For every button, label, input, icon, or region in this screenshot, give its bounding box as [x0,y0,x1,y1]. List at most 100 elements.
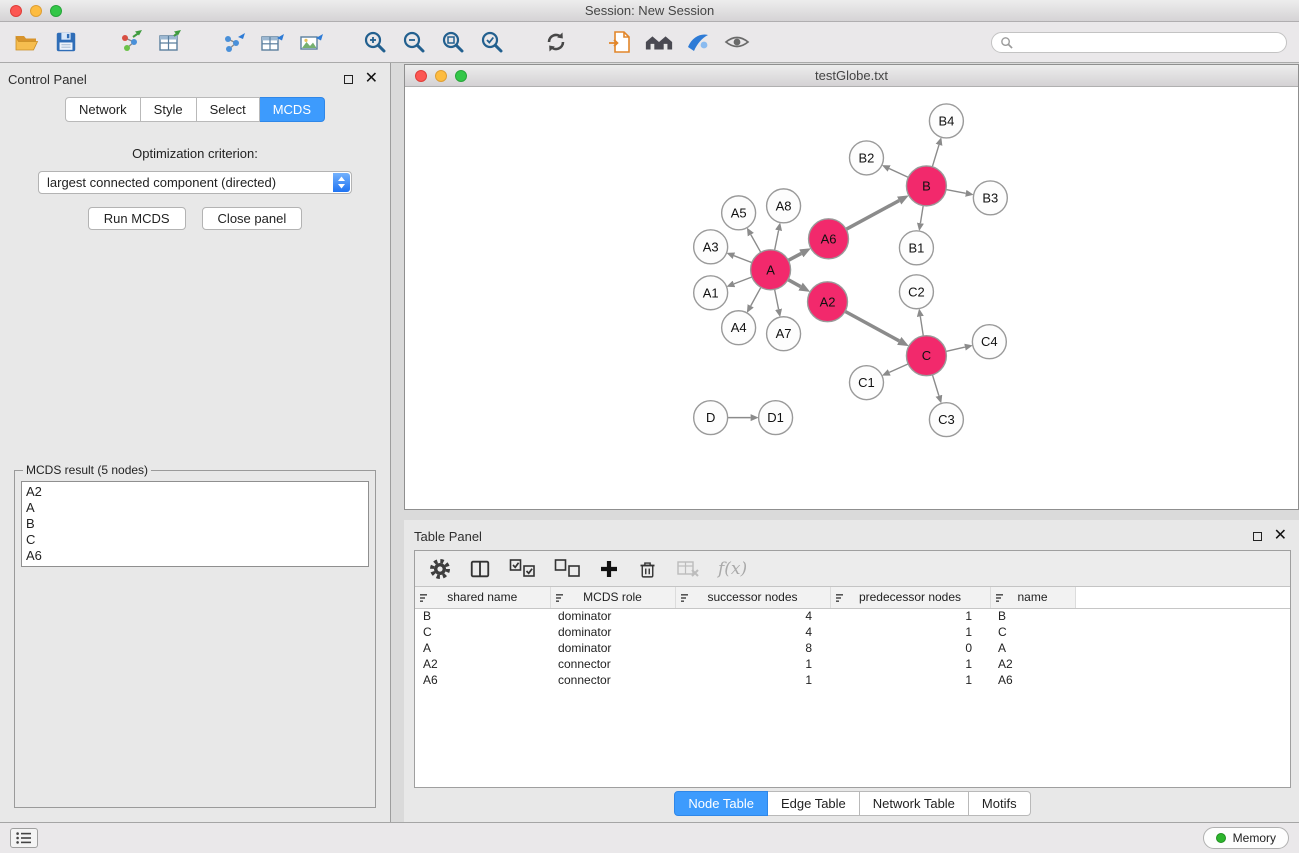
tab-network-table[interactable]: Network Table [860,791,969,816]
graph-node-A7[interactable]: A7 [767,317,801,351]
export-table-button[interactable] [257,27,287,57]
show-columns-button[interactable] [469,556,491,582]
zoom-out-button[interactable] [399,27,429,57]
close-table-panel-button[interactable]: ✕ [1274,530,1287,542]
tab-motifs[interactable]: Motifs [969,791,1031,816]
graph-edge-C-C1[interactable] [889,364,908,372]
tab-node-table[interactable]: Node Table [674,791,768,816]
graph-node-B2[interactable]: B2 [850,141,884,175]
table-settings-button[interactable] [429,556,451,582]
network-canvas[interactable]: B4 B2 B B3 A5 A8A6 A3 A B1 A1 A2 C2 A4 A7 C4 C C1 D D1 C3 [405,87,1298,509]
mcds-result-item[interactable]: C [26,532,364,548]
export-network-button[interactable] [218,27,248,57]
float-panel-button[interactable] [344,75,353,84]
graph-node-A3[interactable]: A3 [694,230,728,264]
graph-edge-B-B3[interactable] [946,190,966,194]
home-button[interactable] [644,27,674,57]
node-table-scroll[interactable]: shared nameMCDS rolesuccessor nodesprede… [415,587,1290,787]
network-minimize-button[interactable] [435,70,447,82]
graph-node-B[interactable]: B [906,166,946,206]
export-image-button[interactable] [296,27,326,57]
zoom-selected-button[interactable] [477,27,507,57]
column-header-predecessor-nodes[interactable]: predecessor nodes [830,587,990,608]
tab-network[interactable]: Network [65,97,141,122]
select-all-columns-button[interactable] [509,556,536,582]
column-header-name[interactable]: name [990,587,1075,608]
graph-node-A5[interactable]: A5 [722,196,756,230]
memory-button[interactable]: Memory [1203,827,1289,849]
table-row[interactable]: Adominator80A [415,640,1290,656]
document-tool-button[interactable] [605,27,635,57]
delete-table-button[interactable] [676,556,700,582]
mcds-result-item[interactable]: A [26,500,364,516]
graph-edge-A-A1[interactable] [734,277,752,284]
import-table-button[interactable] [154,27,184,57]
graph-node-C2[interactable]: C2 [899,275,933,309]
graph-node-A4[interactable]: A4 [722,311,756,345]
function-builder-button[interactable]: f(x) [718,556,747,582]
table-row[interactable]: A6connector11A6 [415,672,1290,688]
task-history-button[interactable] [10,828,38,848]
graph-edge-A-A2[interactable] [788,280,801,287]
graph-node-B4[interactable]: B4 [929,104,963,138]
refresh-layout-button[interactable] [541,27,571,57]
graph-edge-B-B2[interactable] [889,169,908,178]
open-session-button[interactable] [12,27,42,57]
graph-edge-A-A7[interactable] [775,289,779,309]
graph-node-C4[interactable]: C4 [972,325,1006,359]
network-close-button[interactable] [415,70,427,82]
zoom-window-button[interactable] [50,5,62,17]
graph-edge-C-C4[interactable] [946,347,965,351]
column-header-successor-nodes[interactable]: successor nodes [675,587,830,608]
graph-node-A[interactable]: A [751,250,791,290]
unselect-all-columns-button[interactable] [554,556,581,582]
import-network-button[interactable] [115,27,145,57]
graph-node-C[interactable]: C [906,336,946,376]
graph-node-A2[interactable]: A2 [808,282,848,322]
graph-edge-A-A5[interactable] [751,235,761,253]
close-window-button[interactable] [10,5,22,17]
tab-mcds[interactable]: MCDS [260,97,325,122]
graph-edge-A6-B[interactable] [846,201,899,230]
graph-node-A6[interactable]: A6 [809,219,849,259]
show-graphics-details-button[interactable] [722,27,752,57]
zoom-in-button[interactable] [360,27,390,57]
criterion-dropdown[interactable]: largest connected component (directed) [38,171,352,194]
graph-node-C3[interactable]: C3 [929,403,963,437]
graph-edge-C-C3[interactable] [932,375,938,396]
graph-node-D[interactable]: D [694,401,728,435]
minimize-window-button[interactable] [30,5,42,17]
close-mcds-panel-button[interactable]: Close panel [202,207,303,230]
mcds-result-item[interactable]: B [26,516,364,532]
tab-edge-table[interactable]: Edge Table [768,791,860,816]
delete-column-button[interactable] [637,556,658,582]
table-row[interactable]: Bdominator41B [415,608,1290,624]
mcds-result-item[interactable]: A2 [26,484,364,500]
float-table-panel-button[interactable] [1253,532,1262,541]
create-column-button[interactable] [599,556,619,582]
run-mcds-button[interactable]: Run MCDS [88,207,186,230]
graph-edge-A-A3[interactable] [734,256,752,263]
graph-node-B3[interactable]: B3 [973,181,1007,215]
tab-style[interactable]: Style [141,97,197,122]
graph-node-A8[interactable]: A8 [767,189,801,223]
column-header-mcds-role[interactable]: MCDS role [550,587,675,608]
graph-node-C1[interactable]: C1 [850,366,884,400]
style-button[interactable] [683,27,713,57]
graph-edge-A2-C[interactable] [845,311,899,341]
tab-select[interactable]: Select [197,97,260,122]
graph-edge-B-B4[interactable] [932,145,939,167]
graph-node-B1[interactable]: B1 [899,231,933,265]
graph-edge-C-C2[interactable] [920,316,923,335]
graph-edge-B-B1[interactable] [920,206,923,224]
graph-node-A1[interactable]: A1 [694,276,728,310]
graph-edge-A-A4[interactable] [751,287,761,306]
graph-node-D1[interactable]: D1 [759,401,793,435]
close-panel-button[interactable]: ✕ [365,73,378,85]
graph-edge-A-A6[interactable] [788,253,801,260]
zoom-fit-button[interactable] [438,27,468,57]
network-zoom-button[interactable] [455,70,467,82]
search-input[interactable] [1018,35,1278,49]
graph-edge-A-A8[interactable] [775,230,779,250]
save-session-button[interactable] [51,27,81,57]
